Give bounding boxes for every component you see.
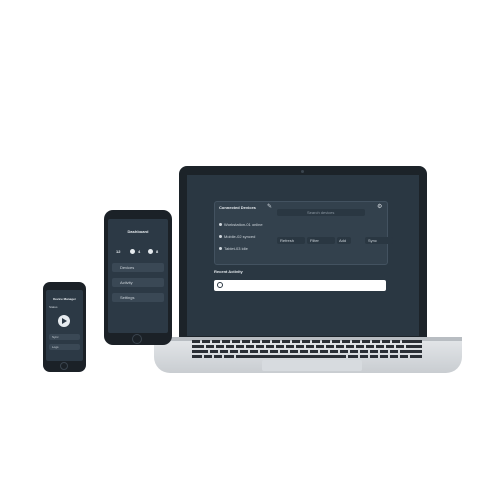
list-item-label: Logs [52,345,59,349]
activity-input[interactable] [214,280,386,291]
list-item-label: Settings [120,295,135,300]
panel-title: Connected Devices [219,205,256,210]
bullet-icon [219,223,222,226]
list-item-label: Tablet-03 idle [224,246,248,251]
search-input[interactable]: Search devices [277,209,365,216]
phone-small-title: Device Manager [53,297,76,301]
phone-medium-title: Dashboard [127,229,149,234]
laptop-camera [301,170,304,173]
list-item[interactable]: Settings [112,293,164,302]
list-item-label: Activity [120,280,133,285]
list-item[interactable]: Activity [112,278,164,287]
list-item-label: Sync [52,335,59,339]
list-item[interactable]: Logs [49,344,80,350]
list-item[interactable]: Sync [49,334,80,340]
filter-button-label: Filter [310,238,319,243]
stat-value: 12 [116,249,121,254]
device-list: Workstation-01 online Mobile-02 synced T… [219,222,275,258]
bullet-icon [219,247,222,250]
stats-row: 12 4 8 [112,247,164,257]
filter-button[interactable]: Filter [307,237,335,244]
play-button[interactable] [58,315,70,327]
keyboard-keys [192,340,422,358]
stat-value: 4 [138,249,141,254]
add-button-label: Add [339,238,347,243]
list-item-label: Workstation-01 online [224,222,263,227]
phone-small-home-button[interactable] [60,362,68,370]
add-button[interactable]: Add [337,237,351,244]
edit-icon[interactable]: ✎ [267,204,273,210]
list-item[interactable]: Devices [112,263,164,272]
play-icon [62,318,67,324]
search-placeholder: Search devices [307,210,335,215]
stat-value: 8 [156,249,159,254]
plus-circle-icon[interactable] [217,282,223,288]
devices-panel: Connected Devices ✎ Search devices ⚙ Wor… [214,201,393,265]
list-item[interactable]: Tablet-03 idle [219,246,275,252]
sync-button-label: Sync [368,238,377,243]
refresh-button[interactable]: Refresh [277,237,305,244]
section-title: Recent Activity [214,269,243,274]
bullet-icon [219,235,222,238]
phone-medium-screen: Dashboard 12 4 8 Devices Activity Settin… [108,219,168,333]
phone-small-subtitle: Status [49,305,58,309]
stat-dot [148,249,153,254]
list-item-label: Devices [120,265,135,270]
phone-small-screen: Device Manager Status Sync Logs [46,290,83,361]
sync-button[interactable]: Sync [365,237,393,244]
trackpad[interactable] [262,360,362,371]
list-item-label: Mobile-02 synced [224,234,256,239]
list-item[interactable]: Workstation-01 online [219,222,275,228]
phone-medium-home-button[interactable] [132,334,142,344]
refresh-button-label: Refresh [280,238,295,243]
list-item[interactable]: Mobile-02 synced [219,234,275,240]
laptop-screen: Connected Devices ✎ Search devices ⚙ Wor… [187,175,419,336]
settings-icon[interactable]: ⚙ [377,204,383,210]
stat-dot [130,249,135,254]
